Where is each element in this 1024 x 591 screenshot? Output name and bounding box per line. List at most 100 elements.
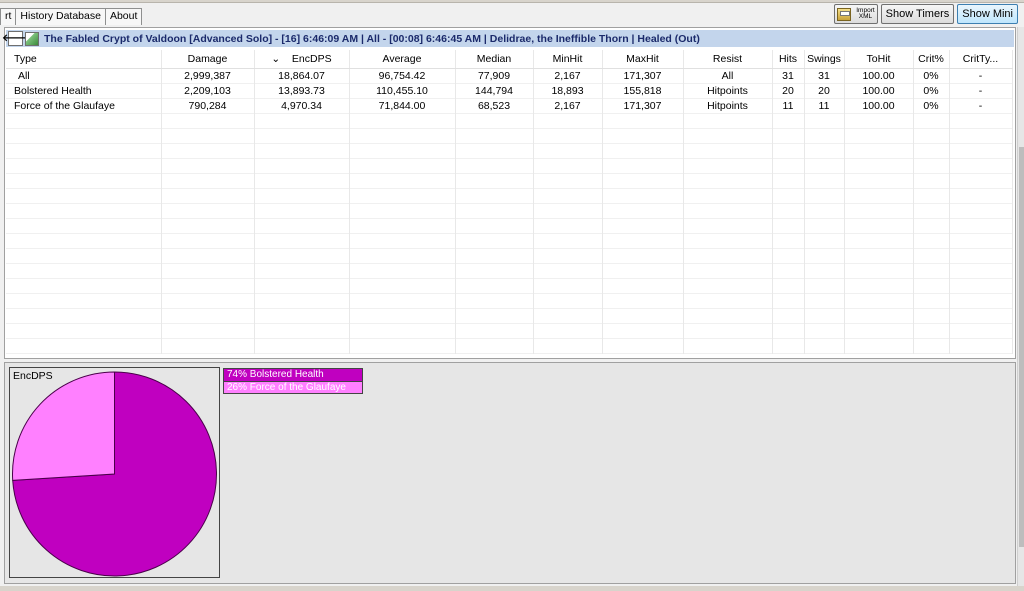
empty-cell	[949, 173, 1013, 188]
empty-cell	[455, 338, 534, 353]
empty-cell	[683, 158, 773, 173]
tab-history-database[interactable]: History Database	[15, 8, 106, 25]
empty-cell	[804, 308, 845, 323]
tab-about[interactable]: About	[104, 8, 143, 25]
pie-chart-canvas	[12, 371, 217, 577]
picture-icon[interactable]	[25, 31, 39, 46]
window-top-edge	[0, 0, 1024, 3]
empty-cell	[772, 248, 805, 263]
column-header-average[interactable]: Average	[349, 50, 456, 69]
empty-cell	[913, 233, 950, 248]
empty-row	[6, 293, 1013, 308]
empty-cell	[949, 323, 1013, 338]
column-header-tohit[interactable]: ToHit	[844, 50, 914, 69]
cell-tohit: 100.00	[844, 98, 914, 113]
column-header-maxhit[interactable]: MaxHit	[602, 50, 684, 69]
empty-cell	[804, 293, 845, 308]
empty-cell	[254, 308, 350, 323]
tab-partial[interactable]: rt	[0, 8, 17, 25]
empty-cell	[533, 203, 603, 218]
vertical-scrollbar[interactable]	[1017, 27, 1024, 586]
cell-encdps: 18,864.07	[254, 68, 350, 83]
empty-row	[6, 278, 1013, 293]
empty-cell	[683, 143, 773, 158]
empty-cell	[804, 323, 845, 338]
empty-cell	[772, 113, 805, 128]
empty-cell	[683, 188, 773, 203]
empty-cell	[772, 323, 805, 338]
empty-cell	[455, 173, 534, 188]
empty-cell	[844, 263, 914, 278]
empty-cell	[254, 143, 350, 158]
empty-cell	[602, 278, 684, 293]
empty-cell	[533, 233, 603, 248]
cell-crit-pct: 0%	[913, 83, 950, 98]
column-header-type[interactable]: Type	[6, 50, 162, 69]
empty-cell	[602, 128, 684, 143]
empty-cell	[6, 128, 162, 143]
empty-cell	[349, 293, 456, 308]
table-row[interactable]: Force of the Glaufaye 790,284 4,970.34 71,8…	[6, 98, 1013, 113]
column-header-damage[interactable]: Damage	[161, 50, 255, 69]
empty-cell	[254, 128, 350, 143]
empty-cell	[254, 233, 350, 248]
column-header-encdps[interactable]: ⌄ EncDPS	[254, 50, 350, 69]
back-arrow-icon[interactable]: 🡐	[2, 31, 29, 46]
empty-cell	[349, 128, 456, 143]
column-header-resist[interactable]: Resist	[683, 50, 773, 69]
empty-cell	[804, 263, 845, 278]
empty-cell	[161, 128, 255, 143]
cell-damage: 2,209,103	[161, 83, 255, 98]
empty-cell	[349, 143, 456, 158]
empty-cell	[254, 173, 350, 188]
cell-median: 144,794	[455, 83, 534, 98]
cell-crit-pct: 0%	[913, 68, 950, 83]
empty-cell	[844, 113, 914, 128]
toolbar: Import XML Show Timers Show Mini	[833, 4, 1018, 24]
empty-cell	[533, 278, 603, 293]
encounter-title: The Fabled Crypt of Valdoon [Advanced So…	[44, 32, 700, 45]
empty-cell	[161, 278, 255, 293]
table-row[interactable]: All 2,999,387 18,864.07 96,754.42 77,909 2,16…	[6, 68, 1013, 83]
empty-cell	[913, 173, 950, 188]
empty-cell	[602, 203, 684, 218]
column-header-hits[interactable]: Hits	[772, 50, 805, 69]
cell-hits: 31	[772, 68, 805, 83]
empty-cell	[949, 338, 1013, 353]
main-tab-strip: rt History Database About	[0, 8, 143, 25]
empty-cell	[683, 278, 773, 293]
empty-cell	[349, 338, 456, 353]
folder-import-icon	[836, 7, 851, 21]
empty-cell	[602, 338, 684, 353]
column-header-crit-types[interactable]: CritTy...	[949, 50, 1013, 69]
empty-cell	[913, 248, 950, 263]
show-timers-button[interactable]: Show Timers	[880, 4, 955, 24]
show-mini-button[interactable]: Show Mini	[957, 4, 1018, 24]
empty-cell	[844, 293, 914, 308]
empty-cell	[602, 308, 684, 323]
empty-cell	[349, 323, 456, 338]
cell-crit-pct: 0%	[913, 98, 950, 113]
empty-cell	[844, 218, 914, 233]
empty-cell	[804, 188, 845, 203]
empty-cell	[161, 218, 255, 233]
empty-cell	[161, 158, 255, 173]
empty-cell	[772, 233, 805, 248]
empty-cell	[772, 308, 805, 323]
cell-resist: Hitpoints	[683, 83, 773, 98]
column-header-minhit[interactable]: MinHit	[533, 50, 603, 69]
cell-minhit: 2,167	[533, 68, 603, 83]
column-header-median[interactable]: Median	[455, 50, 534, 69]
column-header-crit-pct[interactable]: Crit%	[913, 50, 950, 69]
empty-cell	[844, 128, 914, 143]
table-row[interactable]: Bolstered Health 2,209,103 13,893.73 110,45…	[6, 83, 1013, 98]
empty-cell	[772, 128, 805, 143]
empty-cell	[254, 188, 350, 203]
column-header-swings[interactable]: Swings	[804, 50, 845, 69]
import-xml-button[interactable]: Import XML	[833, 4, 878, 24]
empty-cell	[602, 113, 684, 128]
cell-encdps: 13,893.73	[254, 83, 350, 98]
empty-cell	[533, 293, 603, 308]
empty-cell	[533, 323, 603, 338]
empty-cell	[844, 323, 914, 338]
